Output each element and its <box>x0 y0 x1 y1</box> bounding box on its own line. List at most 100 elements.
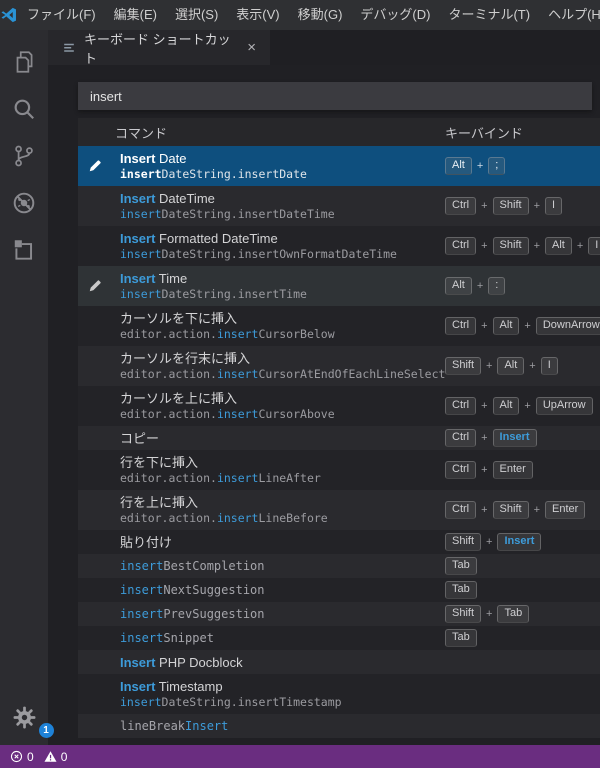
key-chip: Tab <box>497 605 530 623</box>
key-chip: Enter <box>545 501 586 519</box>
command-cell: Insert Time insertDateString.insertTime <box>112 270 445 302</box>
manage-gear-icon[interactable]: 1 <box>0 705 54 738</box>
column-header-keybinding: キーバインド <box>445 125 523 141</box>
command-label: 行を上に挿入 <box>120 495 199 510</box>
command-cell: Insert DateTime insertDateString.insertDa… <box>112 190 445 222</box>
menu-debug[interactable]: デバッグ(D) <box>351 0 439 30</box>
key-chip: Alt <box>445 277 472 295</box>
key-chip: Tab <box>445 581 477 599</box>
keybinding-cell: Tab <box>445 629 600 647</box>
search-icon[interactable] <box>0 85 48 132</box>
command-label: insertBestCompletion <box>120 558 265 573</box>
keybinding-cell: Ctrl + Shift + Alt + I <box>445 237 600 255</box>
menu-view[interactable]: 表示(V) <box>227 0 288 30</box>
key-chip: Tab <box>445 557 477 575</box>
command-label: カーソルを上に挿入 <box>120 391 238 406</box>
command-label: Insert DateTime <box>120 191 215 206</box>
keybinding-cell: Alt +: <box>445 277 600 295</box>
command-label: カーソルを行末に挿入 <box>120 351 251 366</box>
menu-file[interactable]: ファイル(F) <box>18 0 105 30</box>
manage-badge: 1 <box>38 723 54 738</box>
menu-help[interactable]: ヘルプ(H) <box>539 0 600 30</box>
keybinding-row[interactable]: 行を下に挿入 editor.action.insertLineAfter Ctrl +… <box>78 450 600 490</box>
keybinding-row[interactable]: insertPrevSuggestion Shift + Tab <box>78 602 600 626</box>
keybinding-cell: Shift + Alt + I <box>445 357 600 375</box>
plus-separator: + <box>481 240 488 252</box>
menu-terminal[interactable]: ターミナル(T) <box>439 0 539 30</box>
command-cell: カーソルを上に挿入 editor.action.insertCursorAbove <box>112 390 445 422</box>
key-chip: Insert <box>497 533 542 551</box>
plus-separator: + <box>529 360 536 372</box>
menu-go[interactable]: 移動(G) <box>289 0 352 30</box>
keybinding-row[interactable]: insertBestCompletion Tab <box>78 554 600 578</box>
plus-separator: + <box>524 320 531 332</box>
plus-separator: + <box>481 504 488 516</box>
key-chip: Alt <box>492 397 520 415</box>
command-label: 貼り付け <box>120 534 173 550</box>
plus-separator: + <box>481 432 488 444</box>
keybinding-row[interactable]: insertNextSuggestion Tab <box>78 578 600 602</box>
key-chip: I <box>588 237 600 255</box>
keybinding-row[interactable]: Insert Date insertDateString.insertDate Al… <box>78 146 600 186</box>
plus-separator: + <box>481 320 488 332</box>
key-chip: Alt <box>497 357 525 375</box>
edit-keybinding-pencil-icon[interactable] <box>78 279 112 293</box>
keybinding-cell: Ctrl + Insert <box>445 429 600 447</box>
command-id: insertDateString.insertDate <box>120 167 307 181</box>
keybinding-row[interactable]: カーソルを行末に挿入 editor.action.insertCursorAtEn… <box>78 346 600 386</box>
keybinding-cell: Shift + Tab <box>445 605 600 623</box>
column-header-command: コマンド <box>115 125 168 141</box>
plus-separator: + <box>524 400 531 412</box>
error-status[interactable]: 0 <box>10 750 34 764</box>
source-control-icon[interactable] <box>0 132 48 179</box>
command-label: insertNextSuggestion <box>120 582 265 597</box>
command-cell: カーソルを行末に挿入 editor.action.insertCursorAtEn… <box>112 350 445 382</box>
keybinding-row[interactable]: カーソルを上に挿入 editor.action.insertCursorAbove… <box>78 386 600 426</box>
keybinding-row[interactable]: insertSnippet Tab <box>78 626 600 650</box>
keybinding-row[interactable]: Insert Timestamp insertDateString.insertT… <box>78 674 600 714</box>
keybinding-row[interactable]: Insert PHP Docblock <box>78 650 600 674</box>
command-label: カーソルを下に挿入 <box>120 311 238 326</box>
debug-icon[interactable] <box>0 179 48 226</box>
tab-keyboard-shortcuts[interactable]: キーボード ショートカット × <box>48 30 270 66</box>
keybinding-row[interactable]: コピー Ctrl + Insert <box>78 426 600 450</box>
key-chip: Alt <box>445 157 472 175</box>
explorer-icon[interactable] <box>0 38 48 85</box>
command-id: insertDateString.insertOwnFormatDateTime <box>120 247 397 261</box>
tab-title: キーボード ショートカット <box>84 31 231 66</box>
menu-edit[interactable]: 編集(E) <box>105 0 166 30</box>
plus-separator: + <box>476 280 484 292</box>
key-chip: Ctrl <box>445 237 477 255</box>
plus-separator: + <box>486 536 493 548</box>
command-cell: 貼り付け <box>112 534 445 551</box>
edit-keybinding-pencil-icon[interactable] <box>78 159 112 173</box>
command-cell: Insert Date insertDateString.insertDate <box>112 150 445 182</box>
keybindings-search-input[interactable] <box>78 82 592 110</box>
keybinding-row[interactable]: lineBreakInsert <box>78 714 600 738</box>
keybinding-cell: Tab <box>445 557 600 575</box>
command-cell: Insert Formatted DateTime insertDateStrin… <box>112 230 445 262</box>
keybinding-row[interactable]: カーソルを下に挿入 editor.action.insertCursorBelow… <box>78 306 600 346</box>
key-chip: Ctrl <box>445 501 477 519</box>
keybinding-row[interactable]: Insert Time insertDateString.insertTime Al… <box>78 266 600 306</box>
keybinding-row[interactable]: Insert DateTime insertDateString.insertDa… <box>78 186 600 226</box>
command-cell: insertNextSuggestion <box>112 582 445 599</box>
command-id: insertDateString.insertTimestamp <box>120 695 342 709</box>
command-id: editor.action.insertCursorBelow <box>120 327 335 341</box>
keybinding-row[interactable]: Insert Formatted DateTime insertDateStrin… <box>78 226 600 266</box>
keybindings-list: Insert Date insertDateString.insertDate Al… <box>48 146 600 738</box>
extensions-icon[interactable] <box>0 226 48 273</box>
key-chip: UpArrow <box>535 397 593 415</box>
warning-status[interactable]: 0 <box>44 750 67 764</box>
menu-selection[interactable]: 選択(S) <box>166 0 227 30</box>
key-chip: ; <box>488 157 506 175</box>
keybinding-row[interactable]: 貼り付け Shift + Insert <box>78 530 600 554</box>
keybinding-cell: Ctrl + Alt + DownArrow <box>445 317 600 335</box>
command-id: editor.action.insertCursorAtEndOfEachLin… <box>120 367 445 381</box>
key-chip: Enter <box>492 461 533 479</box>
keybindings-editor: コマンド キーバインド Insert DateinsertDateString.… <box>48 65 600 745</box>
command-label: Insert Timestamp <box>120 679 223 694</box>
key-chip: Shift <box>445 533 482 551</box>
keybinding-row[interactable]: 行を上に挿入 editor.action.insertLineBefore Ctrl… <box>78 490 600 530</box>
tab-close-icon[interactable]: × <box>243 38 260 57</box>
